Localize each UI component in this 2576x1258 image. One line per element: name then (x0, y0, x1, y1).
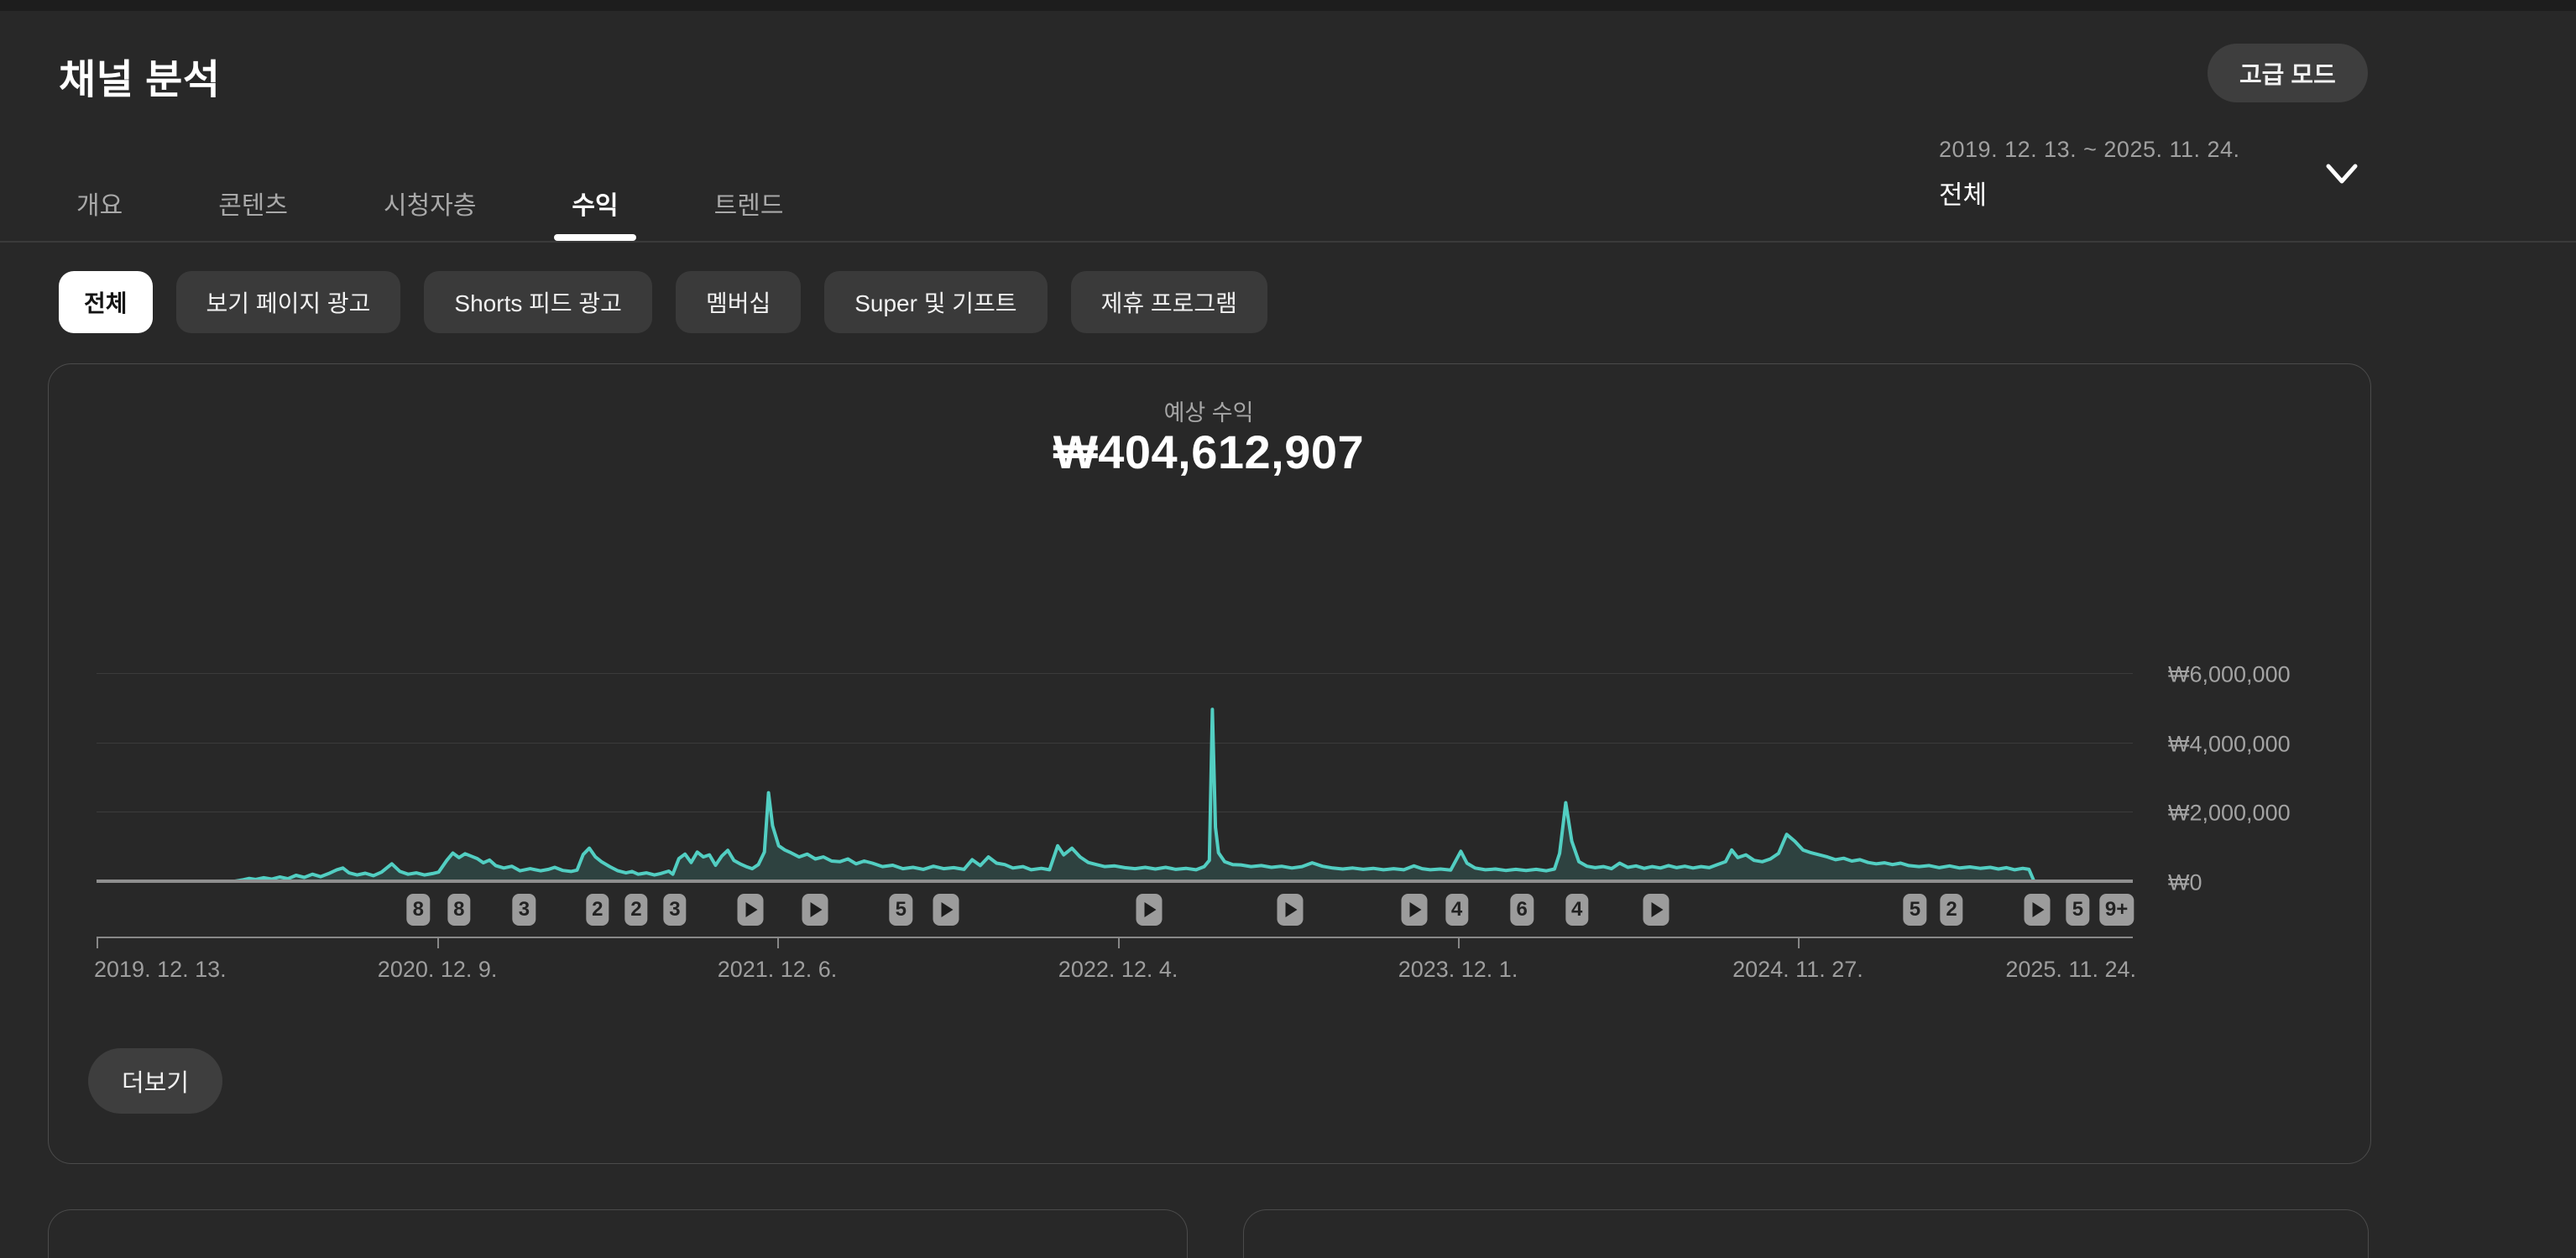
chevron-down-icon[interactable] (2325, 163, 2359, 191)
advanced-mode-label: 고급 모드 (2239, 55, 2336, 91)
video-marker-count[interactable]: 8 (447, 894, 470, 926)
video-marker-count[interactable]: 3 (663, 894, 686, 926)
video-marker-count[interactable]: 5 (2067, 894, 2089, 926)
date-preset-label: 전체 (1939, 174, 2240, 211)
filter-chip-제휴 프로그램[interactable]: 제휴 프로그램 (1071, 271, 1267, 333)
date-range-text: 2019. 12. 13. ~ 2025. 11. 24. (1939, 137, 2240, 163)
play-icon (1285, 902, 1297, 917)
bottom-card-left (48, 1209, 1188, 1258)
revenue-filter-chips: 전체 보기 페이지 광고 Shorts 피드 광고 멤버십 Super 및 기프트 제휴 … (59, 271, 1267, 333)
play-icon (811, 902, 823, 917)
chart-line (97, 709, 2133, 881)
top-bar (0, 0, 2576, 11)
filter-chip-Super 및 기프트[interactable]: Super 및 기프트 (824, 271, 1047, 333)
video-marker-count[interactable]: 9+ (2099, 894, 2134, 926)
video-marker-play-icon[interactable] (1401, 894, 1427, 926)
x-axis-label: 2022. 12. 4. (1058, 957, 1178, 983)
metric-label: 예상 수익 (48, 394, 2370, 427)
filter-chip-보기 페이지 광고[interactable]: 보기 페이지 광고 (176, 271, 401, 333)
video-marker-play-icon[interactable] (1643, 894, 1669, 926)
play-icon (1409, 902, 1421, 917)
tab-트렌드[interactable]: 트렌드 (697, 164, 802, 241)
x-axis-label: 2021. 12. 6. (718, 957, 838, 983)
channel-analytics-page: 채널 분석 고급 모드 2019. 12. 13. ~ 2025. 11. 24… (0, 0, 2576, 1258)
tab-수익[interactable]: 수익 (554, 164, 635, 241)
play-icon (1652, 902, 1664, 917)
bottom-card-right (1243, 1209, 2369, 1258)
analytics-tabs: 개요 콘텐츠 시청자층 수익 트렌드 (59, 164, 801, 241)
video-marker-count[interactable]: 8 (407, 894, 430, 926)
filter-chip-멤버십[interactable]: 멤버십 (676, 271, 801, 333)
date-range-picker[interactable]: 2019. 12. 13. ~ 2025. 11. 24. 전체 (1939, 137, 2240, 211)
video-marker-play-icon[interactable] (737, 894, 763, 926)
video-marker-count[interactable]: 2 (586, 894, 609, 926)
video-marker-count[interactable]: 5 (890, 894, 912, 926)
x-axis-tick (1118, 937, 1120, 948)
video-marker-count[interactable]: 4 (1565, 894, 1588, 926)
video-marker-play-icon[interactable] (802, 894, 828, 926)
see-more-label: 더보기 (122, 1063, 189, 1099)
x-axis-label: 2024. 11. 27. (1732, 957, 1863, 983)
x-axis-label: 2020. 12. 9. (378, 957, 498, 983)
x-axis-tick (1458, 937, 1460, 948)
play-icon (745, 902, 757, 917)
video-marker-play-icon[interactable] (1136, 894, 1163, 926)
see-more-button[interactable]: 더보기 (88, 1048, 222, 1114)
play-icon (2032, 902, 2044, 917)
page-title: 채널 분석 (59, 46, 220, 105)
chart-x-axis (97, 937, 2133, 938)
video-marker-count[interactable]: 2 (1940, 894, 1962, 926)
advanced-mode-button[interactable]: 고급 모드 (2208, 44, 2368, 102)
x-axis-label: 2023. 12. 1. (1398, 957, 1518, 983)
y-axis-label: ₩2,000,000 (2168, 801, 2291, 827)
filter-chip-전체[interactable]: 전체 (59, 271, 153, 333)
tab-시청자층[interactable]: 시청자층 (366, 164, 494, 241)
y-axis-label: ₩4,000,000 (2168, 731, 2291, 757)
filter-chip-Shorts 피드 광고[interactable]: Shorts 피드 광고 (424, 271, 652, 333)
revenue-line-chart[interactable] (97, 621, 2133, 885)
x-axis-tick (777, 937, 779, 948)
play-icon (941, 902, 953, 917)
chart-zero-baseline (97, 880, 2133, 883)
x-axis-label: 2025. 11. 24. (2005, 957, 2136, 983)
x-axis-label: 2019. 12. 13. (94, 957, 227, 983)
tab-콘텐츠[interactable]: 콘텐츠 (201, 164, 306, 241)
x-axis-tick (97, 937, 98, 948)
x-axis-tick (1798, 937, 1800, 948)
tab-개요[interactable]: 개요 (59, 164, 140, 241)
video-marker-play-icon[interactable] (1277, 894, 1303, 926)
video-marker-play-icon[interactable] (2024, 894, 2050, 926)
video-marker-play-icon[interactable] (933, 894, 959, 926)
video-marker-count[interactable]: 6 (1511, 894, 1534, 926)
x-axis-tick (437, 937, 439, 948)
video-marker-count[interactable]: 5 (1904, 894, 1926, 926)
y-axis-label: ₩6,000,000 (2168, 661, 2291, 687)
metric-value: ₩404,612,907 (48, 425, 2370, 479)
y-axis-label: ₩0 (2168, 870, 2202, 896)
video-marker-count[interactable]: 4 (1445, 894, 1468, 926)
play-icon (1145, 902, 1157, 917)
tabs-divider (0, 241, 2576, 243)
video-marker-count[interactable]: 3 (513, 894, 536, 926)
video-marker-count[interactable]: 2 (624, 894, 647, 926)
